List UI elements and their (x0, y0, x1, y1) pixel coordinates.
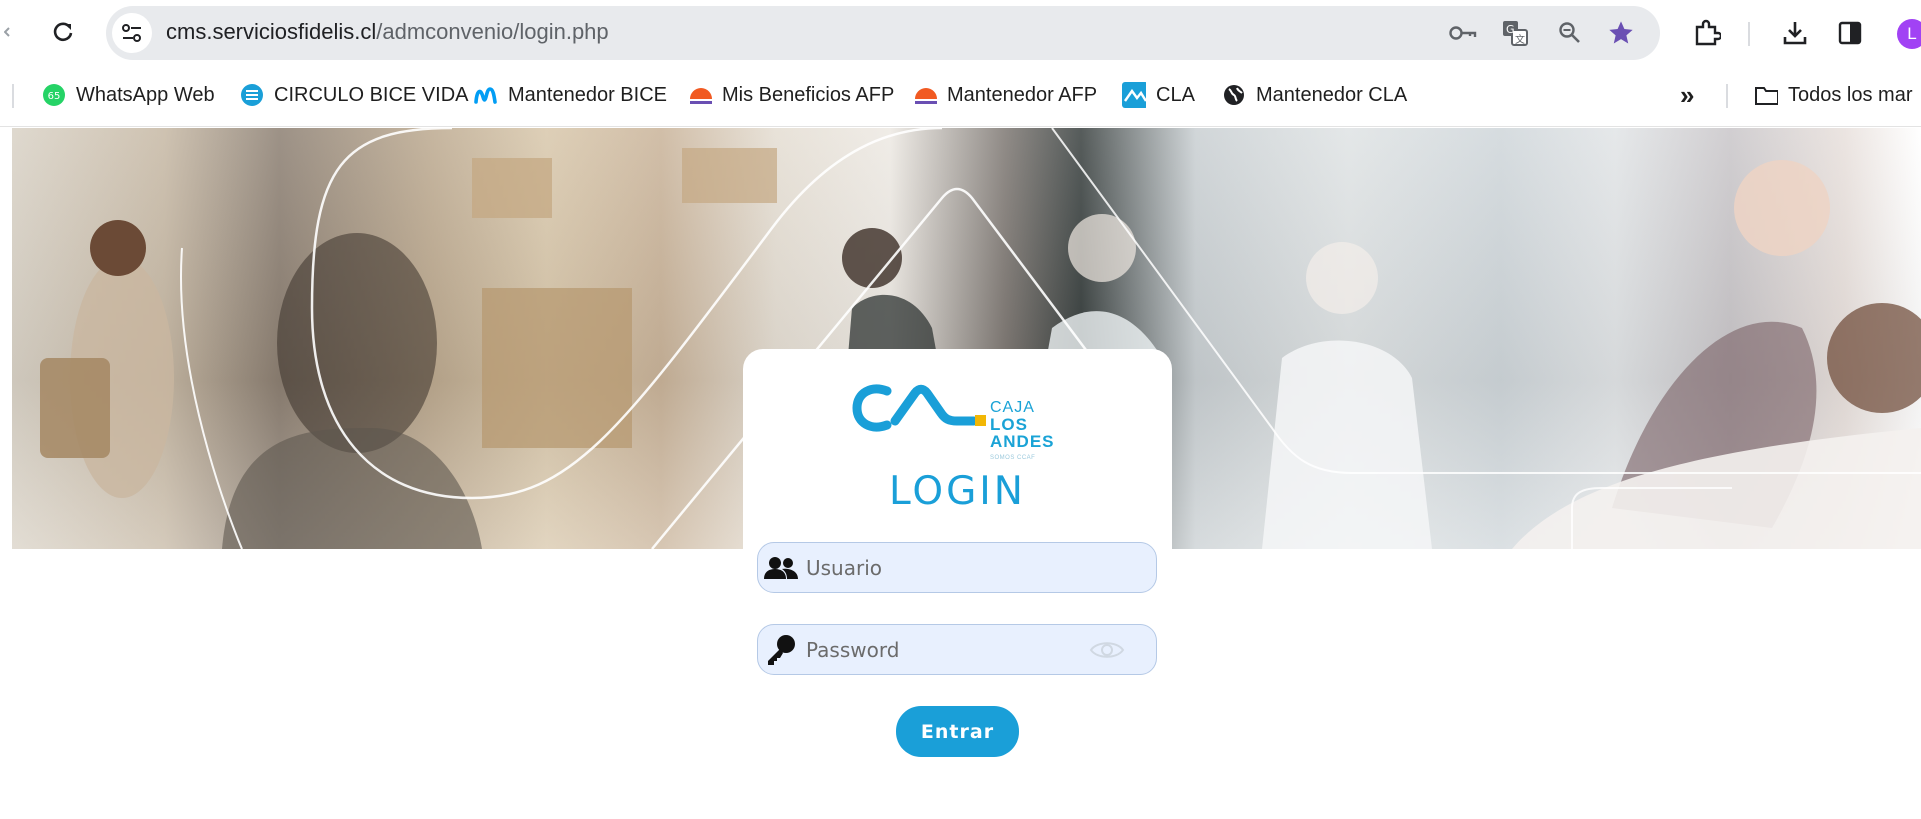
download-icon[interactable] (1779, 17, 1811, 49)
bookmarks-divider (1726, 84, 1728, 108)
bookmark-label: Mantenedor AFP (947, 83, 1098, 106)
bookmarks-divider (12, 84, 14, 108)
bookmark-whatsapp-web[interactable]: 65 WhatsApp Web (42, 80, 215, 110)
bookmark-cla[interactable]: CLA (1122, 80, 1195, 110)
logo-wordmark: CAJA LOS ANDES SOMOS CCAF (990, 399, 1055, 467)
users-icon (764, 551, 798, 585)
bookmarks-overflow-button[interactable]: » (1680, 80, 1694, 110)
password-field (757, 624, 1157, 675)
bookmark-label: Mantenedor BICE (508, 83, 667, 106)
logo-tagline: SOMOS CCAF (990, 455, 1036, 461)
cla-logo-mark (852, 384, 986, 432)
login-submit-button[interactable]: Entrar (896, 706, 1019, 757)
browser-toolbar: cms.serviciosfidelis.cl/admconvenio/logi… (0, 0, 1921, 66)
bookmark-circulo-bice-vida[interactable]: CIRCULO BICE VIDA (240, 80, 468, 110)
zoom-icon[interactable] (1555, 19, 1585, 47)
login-card: CAJA LOS ANDES SOMOS CCAF LOGIN Entrar (743, 349, 1172, 819)
star-icon[interactable] (1606, 19, 1636, 47)
afp-icon (688, 83, 712, 107)
reload-icon[interactable] (45, 14, 81, 50)
whatsapp-icon: 65 (42, 83, 66, 107)
cla-icon (1122, 82, 1146, 108)
extensions-icon[interactable] (1691, 17, 1723, 49)
username-input[interactable] (806, 554, 1066, 582)
username-field (757, 542, 1157, 593)
bookmark-mantenedor-bice[interactable]: Mantenedor BICE (474, 80, 667, 110)
profile-avatar[interactable]: L (1897, 19, 1921, 49)
bookmark-label: CIRCULO BICE VIDA (274, 83, 469, 106)
site-info-icon[interactable] (112, 13, 152, 53)
globe-icon (1222, 83, 1246, 107)
folder-icon (1754, 83, 1778, 107)
show-password-eye-icon[interactable] (1088, 637, 1126, 663)
bookmark-mis-beneficios-afp[interactable]: Mis Beneficios AFP (688, 80, 894, 110)
bookmark-mantenedor-afp[interactable]: Mantenedor AFP (913, 80, 1097, 110)
bookmarks-bar: 65 WhatsApp Web CIRCULO BICE VIDA Manten… (0, 66, 1921, 127)
address-bar[interactable]: cms.serviciosfidelis.cl/admconvenio/logi… (106, 6, 1660, 60)
logo-word-caja: CAJA (990, 399, 1035, 416)
logo-word-los: LOS (990, 415, 1028, 434)
svg-text:文: 文 (1515, 33, 1525, 46)
svg-text:G: G (1506, 23, 1515, 36)
bookmark-label: CLA (1156, 83, 1195, 106)
toolbar-divider (1748, 22, 1750, 46)
bookmark-badge: 65 (48, 91, 61, 102)
side-panel-icon[interactable] (1834, 17, 1866, 49)
url-host: cms.serviciosfidelis.cl (166, 19, 377, 44)
password-key-icon[interactable] (1448, 19, 1478, 47)
bookmark-label: Mis Beneficios AFP (722, 83, 895, 106)
bice-icon (240, 83, 264, 107)
bookmark-label: Mantenedor CLA (1256, 83, 1408, 106)
bookmark-label: WhatsApp Web (76, 83, 215, 106)
bookmark-mantenedor-cla[interactable]: Mantenedor CLA (1222, 80, 1407, 110)
url-path: /admconvenio/login.php (376, 19, 609, 44)
bookmark-label: Todos los mar (1788, 83, 1913, 106)
logo-word-andes: ANDES (990, 432, 1055, 451)
translate-icon[interactable]: G文 (1500, 19, 1530, 47)
all-bookmarks-folder[interactable]: Todos los mar (1754, 80, 1913, 110)
password-input[interactable] (806, 636, 1066, 664)
login-title: LOGIN (889, 469, 1026, 514)
back-icon[interactable] (3, 24, 10, 37)
afp-icon (913, 83, 937, 107)
caja-los-andes-logo: CAJA LOS ANDES SOMOS CCAF (849, 373, 1069, 461)
url-text[interactable]: cms.serviciosfidelis.cl/admconvenio/logi… (166, 19, 609, 45)
key-icon (764, 633, 798, 667)
movistar-icon (474, 83, 498, 107)
